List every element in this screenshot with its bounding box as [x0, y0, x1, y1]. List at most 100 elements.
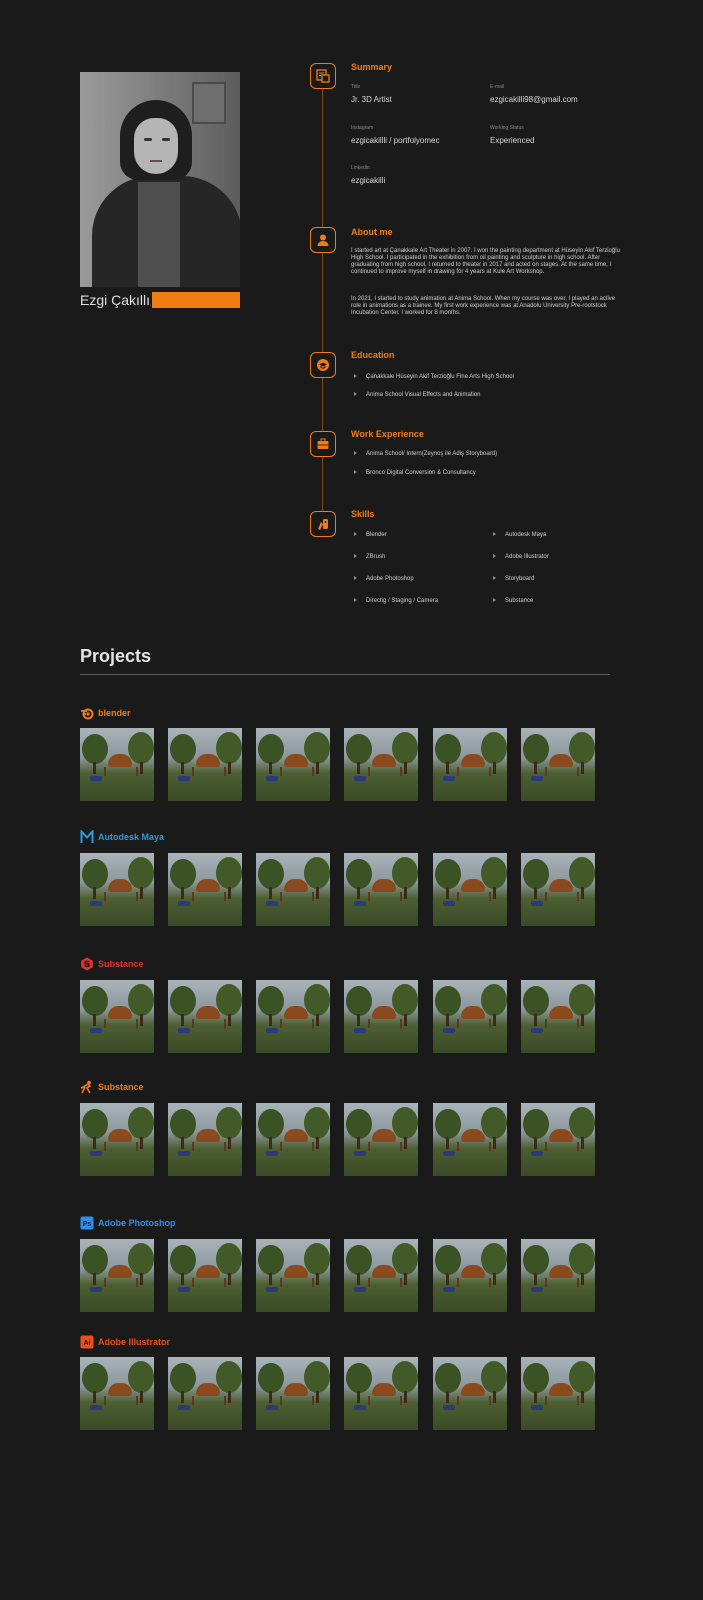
project-group-label: Adobe Illustrator	[98, 1337, 171, 1347]
instagram-label: Instagram	[351, 125, 374, 131]
project-thumbnail[interactable]	[521, 728, 595, 801]
project-thumbnail[interactable]	[344, 728, 418, 801]
project-thumbnail[interactable]	[168, 980, 242, 1053]
project-thumbnail[interactable]	[168, 1103, 242, 1176]
graduation-cap-icon	[310, 352, 336, 378]
project-group-substance: Substance	[80, 957, 144, 971]
project-thumbnail[interactable]	[521, 980, 595, 1053]
project-thumbnail[interactable]	[521, 1239, 595, 1312]
skill-item: Blender	[354, 532, 387, 538]
bullet-icon	[354, 598, 357, 603]
illustrator-icon: Ai	[80, 1335, 94, 1349]
about-paragraph-2: In 2021, I started to study animation at…	[351, 296, 616, 316]
zbrush-icon	[80, 1080, 94, 1094]
project-thumbnail[interactable]	[344, 853, 418, 926]
linkedin-label: Linkedin	[351, 165, 370, 171]
project-thumbnail[interactable]	[521, 853, 595, 926]
bullet-icon	[354, 532, 357, 537]
project-thumbnail[interactable]	[168, 853, 242, 926]
skill-item: Autodesk Maya	[493, 532, 546, 538]
skill-item: Storyboard	[493, 576, 534, 582]
summary-icon	[310, 63, 336, 89]
project-thumbnail[interactable]	[521, 1103, 595, 1176]
project-thumbnail[interactable]	[80, 980, 154, 1053]
education-item: Çanakkale Hüseyin Akif Terzioğlu Fine Ar…	[354, 374, 514, 380]
project-thumbnail[interactable]	[344, 1239, 418, 1312]
name-accent-bar	[152, 292, 240, 308]
project-thumbnail[interactable]	[256, 1239, 330, 1312]
summary-heading: Summary	[351, 62, 393, 72]
project-thumbnail[interactable]	[80, 1239, 154, 1312]
project-thumbnail[interactable]	[80, 1357, 154, 1430]
email-value[interactable]: ezgicakilli98@gmail.com	[490, 95, 578, 104]
project-thumbnail[interactable]	[344, 1357, 418, 1430]
project-thumbnail[interactable]	[433, 980, 507, 1053]
project-group-maya: Autodesk Maya	[80, 830, 164, 844]
substance-icon	[80, 957, 94, 971]
skill-item: Adobe Photoshop	[354, 576, 414, 582]
project-thumbnail[interactable]	[521, 1357, 595, 1430]
svg-text:Ai: Ai	[84, 1340, 91, 1347]
project-group-label: Autodesk Maya	[98, 832, 165, 842]
project-thumbnail[interactable]	[80, 1103, 154, 1176]
skills-heading: Skills	[351, 509, 375, 519]
project-thumbnail[interactable]	[256, 728, 330, 801]
status-label: Working Status	[490, 125, 524, 131]
svg-text:Ps: Ps	[83, 1221, 92, 1228]
project-group-label: blender	[98, 708, 131, 718]
about-paragraph-1: I started art at Çanakkale Art Theater i…	[351, 248, 620, 275]
blender-icon	[80, 706, 94, 720]
project-group-zbrush: Substance	[80, 1080, 144, 1094]
bullet-icon	[354, 392, 357, 397]
work-item: Anima School/ Intern(Zeynoş ile Adiş Sto…	[354, 451, 497, 457]
project-thumbnail[interactable]	[433, 853, 507, 926]
bullet-icon	[354, 554, 357, 559]
maya-icon	[80, 830, 94, 844]
person-icon	[310, 227, 336, 253]
project-thumbnail[interactable]	[433, 728, 507, 801]
bullet-icon	[493, 554, 496, 559]
bullet-icon	[493, 576, 496, 581]
briefcase-icon	[310, 431, 336, 457]
project-thumbnail[interactable]	[80, 728, 154, 801]
project-group-blender: blender	[80, 706, 131, 720]
project-thumbnail[interactable]	[256, 1103, 330, 1176]
project-thumbnail[interactable]	[344, 980, 418, 1053]
project-thumbnail[interactable]	[433, 1239, 507, 1312]
brush-tools-icon	[310, 511, 336, 537]
project-thumbnail[interactable]	[168, 1239, 242, 1312]
work-heading: Work Experience	[351, 429, 424, 439]
bullet-icon	[354, 576, 357, 581]
email-label: E-mail	[490, 84, 505, 90]
bullet-icon	[354, 470, 357, 475]
skill-item: Directig / Staging / Camera	[354, 598, 438, 604]
education-item: Anima School Visual Effects and Animatio…	[354, 392, 481, 398]
skill-item: Substance	[493, 598, 533, 604]
project-group-photoshop: Ps Adobe Photoshop	[80, 1216, 176, 1230]
project-thumbnail[interactable]	[433, 1357, 507, 1430]
education-heading: Education	[351, 350, 395, 360]
project-thumbnail[interactable]	[80, 853, 154, 926]
status-value: Experienced	[490, 136, 535, 145]
work-item: Bronco Digital Conversion & Consultancy	[354, 470, 476, 476]
project-thumbnail[interactable]	[256, 853, 330, 926]
instagram-value[interactable]: ezgicakillli / portfolyomec	[351, 136, 439, 145]
skill-item: Adobe Illustrator	[493, 554, 549, 560]
project-thumbnail[interactable]	[256, 980, 330, 1053]
project-group-label: Substance	[98, 959, 144, 969]
project-thumbnail[interactable]	[433, 1103, 507, 1176]
bullet-icon	[354, 374, 357, 379]
project-thumbnail[interactable]	[168, 728, 242, 801]
photoshop-icon: Ps	[80, 1216, 94, 1230]
project-thumbnail[interactable]	[168, 1357, 242, 1430]
projects-heading: Projects	[80, 646, 152, 666]
project-thumbnail[interactable]	[256, 1357, 330, 1430]
project-group-illustrator: Ai Adobe Illustrator	[80, 1335, 170, 1349]
project-group-label: Adobe Photoshop	[98, 1218, 176, 1228]
profile-photo	[80, 72, 240, 287]
profile-name: Ezgi Çakıllı	[80, 292, 151, 308]
linkedin-value[interactable]: ezgicakilli	[351, 176, 385, 185]
bullet-icon	[493, 598, 496, 603]
project-thumbnail[interactable]	[344, 1103, 418, 1176]
project-group-label: Substance	[98, 1082, 144, 1092]
